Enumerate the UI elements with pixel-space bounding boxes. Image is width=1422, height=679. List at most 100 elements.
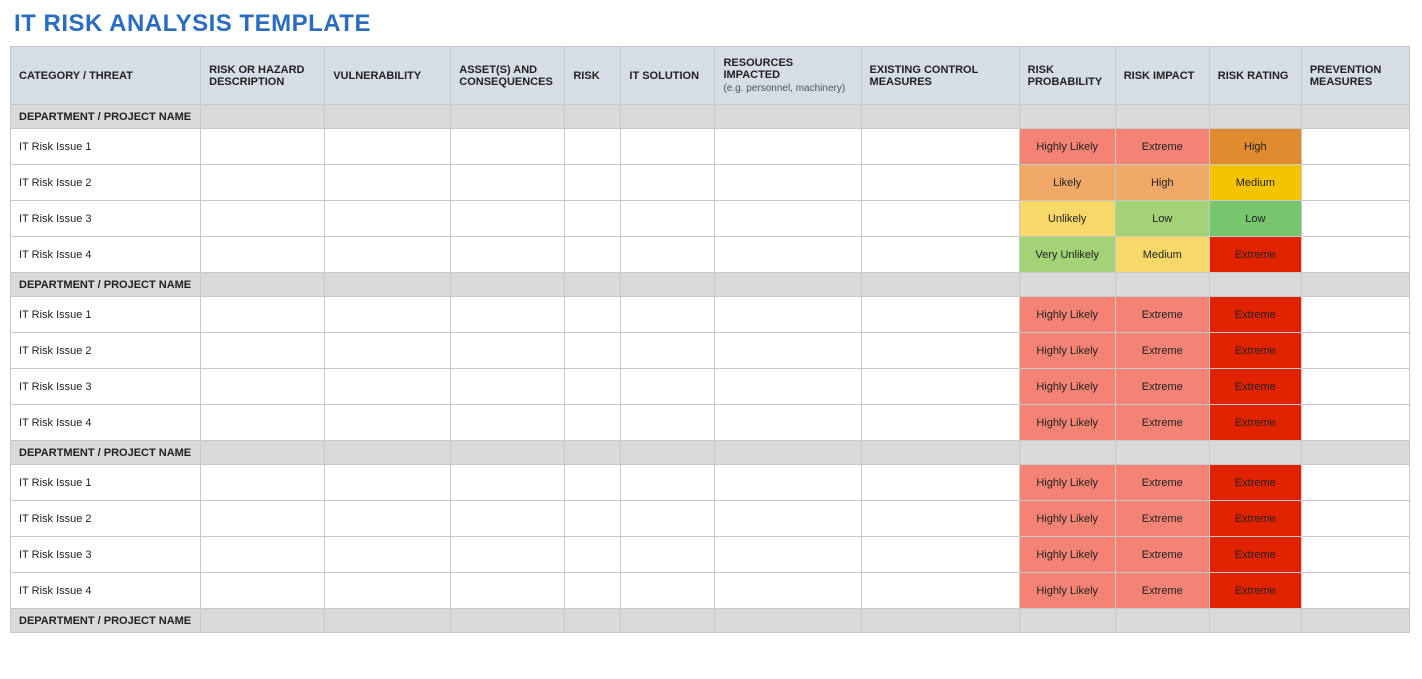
cell-resources[interactable]: [715, 369, 861, 405]
cell-risk-rating[interactable]: Extreme: [1209, 465, 1301, 501]
cell-vulnerability[interactable]: [325, 405, 451, 441]
cell-prevention[interactable]: [1301, 405, 1409, 441]
cell-vulnerability[interactable]: [325, 129, 451, 165]
cell-risk[interactable]: [565, 333, 621, 369]
cell-risk-probability[interactable]: Highly Likely: [1019, 333, 1115, 369]
cell-existing-controls[interactable]: [861, 501, 1019, 537]
cell-risk-impact[interactable]: Extreme: [1115, 297, 1209, 333]
cell-category[interactable]: IT Risk Issue 2: [11, 501, 201, 537]
cell-resources[interactable]: [715, 333, 861, 369]
cell-prevention[interactable]: [1301, 165, 1409, 201]
cell-risk-description[interactable]: [201, 537, 325, 573]
cell-resources[interactable]: [715, 501, 861, 537]
cell-it-solution[interactable]: [621, 501, 715, 537]
cell-risk-impact[interactable]: Extreme: [1115, 405, 1209, 441]
cell-risk[interactable]: [565, 165, 621, 201]
cell-risk-probability[interactable]: Highly Likely: [1019, 405, 1115, 441]
cell-risk[interactable]: [565, 201, 621, 237]
cell-assets[interactable]: [451, 405, 565, 441]
cell-assets[interactable]: [451, 237, 565, 273]
cell-risk-impact[interactable]: Low: [1115, 201, 1209, 237]
cell-risk-impact[interactable]: Extreme: [1115, 501, 1209, 537]
cell-vulnerability[interactable]: [325, 333, 451, 369]
cell-risk-impact[interactable]: Extreme: [1115, 369, 1209, 405]
cell-category[interactable]: IT Risk Issue 2: [11, 165, 201, 201]
cell-resources[interactable]: [715, 465, 861, 501]
cell-risk-impact[interactable]: Extreme: [1115, 129, 1209, 165]
cell-risk-probability[interactable]: Likely: [1019, 165, 1115, 201]
cell-category[interactable]: IT Risk Issue 3: [11, 369, 201, 405]
cell-resources[interactable]: [715, 201, 861, 237]
cell-assets[interactable]: [451, 465, 565, 501]
cell-risk[interactable]: [565, 405, 621, 441]
cell-risk-rating[interactable]: Low: [1209, 201, 1301, 237]
cell-it-solution[interactable]: [621, 333, 715, 369]
cell-risk-probability[interactable]: Highly Likely: [1019, 465, 1115, 501]
cell-assets[interactable]: [451, 165, 565, 201]
cell-prevention[interactable]: [1301, 333, 1409, 369]
cell-risk-description[interactable]: [201, 501, 325, 537]
cell-assets[interactable]: [451, 129, 565, 165]
cell-vulnerability[interactable]: [325, 573, 451, 609]
cell-risk-description[interactable]: [201, 405, 325, 441]
cell-risk[interactable]: [565, 501, 621, 537]
cell-existing-controls[interactable]: [861, 369, 1019, 405]
cell-risk-impact[interactable]: High: [1115, 165, 1209, 201]
cell-category[interactable]: IT Risk Issue 4: [11, 405, 201, 441]
cell-risk-rating[interactable]: Extreme: [1209, 405, 1301, 441]
cell-risk-probability[interactable]: Highly Likely: [1019, 369, 1115, 405]
cell-assets[interactable]: [451, 573, 565, 609]
cell-risk-rating[interactable]: Extreme: [1209, 501, 1301, 537]
cell-assets[interactable]: [451, 333, 565, 369]
cell-risk-rating[interactable]: Extreme: [1209, 369, 1301, 405]
cell-risk-impact[interactable]: Extreme: [1115, 573, 1209, 609]
cell-prevention[interactable]: [1301, 537, 1409, 573]
cell-risk-description[interactable]: [201, 237, 325, 273]
cell-it-solution[interactable]: [621, 537, 715, 573]
cell-risk[interactable]: [565, 297, 621, 333]
cell-existing-controls[interactable]: [861, 405, 1019, 441]
cell-category[interactable]: IT Risk Issue 1: [11, 297, 201, 333]
cell-it-solution[interactable]: [621, 369, 715, 405]
cell-assets[interactable]: [451, 201, 565, 237]
cell-category[interactable]: IT Risk Issue 1: [11, 129, 201, 165]
cell-it-solution[interactable]: [621, 573, 715, 609]
cell-risk-description[interactable]: [201, 369, 325, 405]
cell-risk-description[interactable]: [201, 201, 325, 237]
cell-risk[interactable]: [565, 465, 621, 501]
cell-vulnerability[interactable]: [325, 237, 451, 273]
cell-it-solution[interactable]: [621, 165, 715, 201]
cell-prevention[interactable]: [1301, 237, 1409, 273]
cell-risk-probability[interactable]: Highly Likely: [1019, 537, 1115, 573]
cell-vulnerability[interactable]: [325, 501, 451, 537]
cell-prevention[interactable]: [1301, 297, 1409, 333]
cell-risk[interactable]: [565, 537, 621, 573]
cell-resources[interactable]: [715, 537, 861, 573]
cell-risk[interactable]: [565, 369, 621, 405]
cell-risk-probability[interactable]: Highly Likely: [1019, 297, 1115, 333]
cell-risk-probability[interactable]: Highly Likely: [1019, 573, 1115, 609]
cell-risk-description[interactable]: [201, 573, 325, 609]
cell-vulnerability[interactable]: [325, 537, 451, 573]
cell-resources[interactable]: [715, 237, 861, 273]
cell-risk[interactable]: [565, 129, 621, 165]
cell-category[interactable]: IT Risk Issue 2: [11, 333, 201, 369]
cell-resources[interactable]: [715, 297, 861, 333]
cell-risk-description[interactable]: [201, 129, 325, 165]
cell-prevention[interactable]: [1301, 201, 1409, 237]
cell-existing-controls[interactable]: [861, 129, 1019, 165]
cell-assets[interactable]: [451, 537, 565, 573]
cell-risk-description[interactable]: [201, 165, 325, 201]
cell-prevention[interactable]: [1301, 465, 1409, 501]
cell-risk-probability[interactable]: Unlikely: [1019, 201, 1115, 237]
cell-risk-impact[interactable]: Extreme: [1115, 465, 1209, 501]
cell-risk-rating[interactable]: Extreme: [1209, 537, 1301, 573]
cell-risk-rating[interactable]: Extreme: [1209, 237, 1301, 273]
cell-assets[interactable]: [451, 369, 565, 405]
cell-assets[interactable]: [451, 501, 565, 537]
cell-existing-controls[interactable]: [861, 465, 1019, 501]
cell-it-solution[interactable]: [621, 201, 715, 237]
cell-vulnerability[interactable]: [325, 201, 451, 237]
cell-risk-rating[interactable]: Extreme: [1209, 333, 1301, 369]
cell-category[interactable]: IT Risk Issue 4: [11, 573, 201, 609]
